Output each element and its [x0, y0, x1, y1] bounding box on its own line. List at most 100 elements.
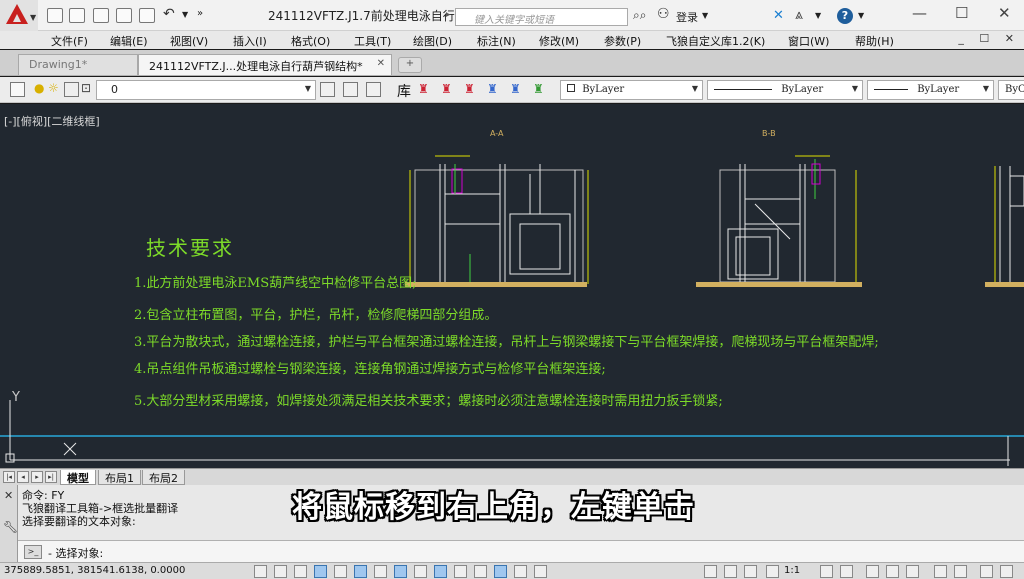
dynamic-input-icon[interactable] [434, 565, 447, 578]
lightbulb-status-icon[interactable] [954, 565, 967, 578]
lightbulb-icon[interactable]: ● [34, 81, 44, 95]
annotation-visibility-icon[interactable] [820, 565, 833, 578]
isolate-objects-icon[interactable] [934, 565, 947, 578]
a360-dropdown-icon[interactable]: ▼ [815, 11, 821, 20]
close-tab-icon[interactable]: ✕ [377, 58, 385, 69]
more-tools-icon[interactable]: » [197, 8, 203, 19]
annotation-scale-value[interactable]: 1:1 [784, 565, 800, 576]
quick-view-layouts-icon[interactable] [724, 565, 737, 578]
layer-previous-icon[interactable] [343, 82, 358, 97]
quick-properties-icon[interactable] [494, 565, 507, 578]
previous-layout-icon[interactable]: ◂ [17, 471, 29, 483]
layer-properties-icon[interactable] [10, 82, 25, 97]
command-prompt-icon[interactable]: >_ [24, 545, 42, 559]
undo-dropdown-icon[interactable]: ▼ [182, 10, 188, 19]
drawing-canvas[interactable]: [-][俯视][二维线框] A-A B-B 技术要求 1.此方前处理电泳EMS葫… [0, 104, 1024, 468]
menu-edit[interactable]: 编辑(E) [110, 33, 148, 49]
clean-screen-icon[interactable] [1000, 565, 1013, 578]
wrench-icon[interactable]: 🔧︎ [3, 520, 18, 534]
first-layout-icon[interactable]: |◂ [3, 471, 15, 483]
tab-active-drawing[interactable]: 241112VFTZ.J...处理电泳自行葫芦钢结构* ✕ [138, 54, 392, 75]
search-input[interactable]: 键入关键字或短语 [455, 8, 628, 26]
search-expand-icon[interactable]: ▸ [446, 10, 451, 20]
exchange-apps-icon[interactable]: ✕ [773, 8, 784, 23]
menu-tools[interactable]: 工具(T) [354, 33, 391, 49]
menu-parametric[interactable]: 参数(P) [604, 33, 641, 49]
save-icon[interactable] [93, 8, 109, 23]
library-tool-3-icon[interactable]: ♜ [464, 82, 475, 96]
menu-modify[interactable]: 修改(M) [539, 33, 579, 49]
application-menu-button[interactable]: ▼ [0, 0, 38, 31]
grid-display-icon[interactable] [294, 565, 307, 578]
menu-insert[interactable]: 插入(I) [233, 33, 267, 49]
tab-layout2[interactable]: 布局2 [142, 470, 185, 485]
login-button[interactable]: 登录 [676, 9, 698, 25]
tab-model[interactable]: 模型 [60, 470, 96, 485]
menu-draw[interactable]: 绘图(D) [413, 33, 452, 49]
open-file-icon[interactable] [69, 8, 85, 23]
library-tool-2-icon[interactable]: ♜ [441, 82, 452, 96]
binoculars-search-icon[interactable]: ⌕⌕ [633, 8, 653, 26]
model-space-icon[interactable] [704, 565, 717, 578]
tab-layout1[interactable]: 布局1 [98, 470, 141, 485]
status-tray-icon[interactable] [980, 565, 993, 578]
object-snap-icon[interactable] [354, 565, 367, 578]
help-dropdown-icon[interactable]: ▼ [858, 11, 864, 20]
layer-states-icon[interactable] [366, 82, 381, 97]
lock-icon[interactable]: ⊡ [81, 81, 91, 95]
new-tab-button[interactable]: + [398, 57, 422, 73]
3d-object-snap-icon[interactable] [374, 565, 387, 578]
quick-view-drawings-icon[interactable] [744, 565, 757, 578]
next-layout-icon[interactable]: ▸ [31, 471, 43, 483]
plotstyle-dropdown[interactable]: ByCo [998, 80, 1024, 100]
linetype-dropdown[interactable]: ByLayer ▼ [707, 80, 863, 100]
lineweight-dropdown[interactable]: ByLayer ▼ [867, 80, 994, 100]
hardware-acceleration-icon[interactable] [906, 565, 919, 578]
last-layout-icon[interactable]: ▸| [45, 471, 57, 483]
menu-help[interactable]: 帮助(H) [855, 33, 894, 49]
transparency-icon[interactable] [474, 565, 487, 578]
workspace-switch-icon[interactable] [866, 565, 879, 578]
lock-ui-icon[interactable] [886, 565, 899, 578]
close-icon[interactable]: ✕ [4, 489, 13, 502]
library-tool-5-icon[interactable]: ♜ [510, 82, 521, 96]
menu-feilang-library[interactable]: 飞狼自定义库1.2(K) [666, 33, 765, 49]
help-icon[interactable]: ? [837, 8, 853, 24]
annotation-monitor-icon[interactable] [534, 565, 547, 578]
library-tool-6-icon[interactable]: ♜ [533, 82, 544, 96]
command-input[interactable]: >_ - 选择对象: [18, 540, 1024, 562]
document-window-controls[interactable]: _ ☐ ✕ [958, 32, 1020, 45]
annotation-scale-icon[interactable] [766, 565, 779, 578]
login-dropdown-icon[interactable]: ▼ [702, 11, 708, 20]
layer-viewport-icon[interactable] [64, 82, 79, 97]
menu-dimension[interactable]: 标注(N) [477, 33, 516, 49]
a360-icon[interactable]: ⩓ [795, 7, 803, 23]
dynamic-ucs-icon[interactable] [414, 565, 427, 578]
save-as-icon[interactable] [116, 8, 132, 23]
layer-dropdown[interactable]: 0 ▼ [96, 80, 316, 100]
menu-view[interactable]: 视图(V) [170, 33, 208, 49]
tab-drawing1[interactable]: Drawing1* [18, 54, 138, 75]
close-icon[interactable]: ✕ [998, 4, 1011, 22]
minimize-icon[interactable]: — [912, 4, 927, 22]
print-icon[interactable] [139, 8, 155, 23]
new-file-icon[interactable] [47, 8, 63, 23]
auto-scale-icon[interactable] [840, 565, 853, 578]
command-line-handle[interactable]: ✕ 🔧︎ [0, 485, 18, 562]
menu-file[interactable]: 文件(F) [51, 33, 88, 49]
infer-constraints-icon[interactable] [254, 565, 267, 578]
menu-window[interactable]: 窗口(W) [788, 33, 829, 49]
user-icon[interactable]: ⚇ [657, 6, 670, 22]
polar-tracking-icon[interactable] [334, 565, 347, 578]
undo-icon[interactable]: ↶ [163, 6, 175, 22]
lineweight-display-icon[interactable] [454, 565, 467, 578]
object-snap-tracking-icon[interactable] [394, 565, 407, 578]
make-current-layer-icon[interactable] [320, 82, 335, 97]
color-dropdown[interactable]: ByLayer ▼ [560, 80, 703, 100]
sun-icon[interactable]: ☼ [48, 81, 59, 95]
menu-format[interactable]: 格式(O) [291, 33, 330, 49]
snap-mode-icon[interactable] [274, 565, 287, 578]
maximize-icon[interactable]: ☐ [955, 4, 968, 22]
library-tool-1-icon[interactable]: ♜ [418, 82, 429, 96]
ortho-mode-icon[interactable] [314, 565, 327, 578]
